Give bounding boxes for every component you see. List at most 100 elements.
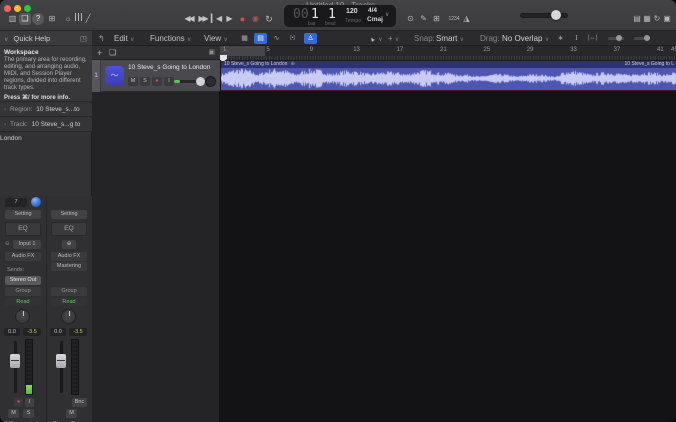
strip1-input-format-icon[interactable]: ⊖ [5,241,10,247]
library-icon[interactable]: ▥ [7,13,18,25]
toolbar-toggle-icon[interactable]: ⊞ [46,13,58,25]
bar-ruler[interactable]: 1 5 9 13 17 21 25 29 33 37 41 45 [220,46,676,61]
strip1-fader-thumb[interactable] [10,354,20,368]
list-editors-icon[interactable]: ▤ [632,13,642,25]
gain-value[interactable]: 7 [5,198,27,207]
strip2-format-icon[interactable]: ⊕ [62,240,76,249]
strip2-bounce-button[interactable]: Bnc [72,398,87,407]
strip1-setting-button[interactable]: Setting [5,210,41,219]
crossfade-icon[interactable]: ∗ [554,33,567,44]
gain-knob[interactable] [31,197,41,207]
strip1-mute-button[interactable]: M [8,409,19,418]
track-inspector-row[interactable]: › Track: 10 Steve_s...g to London [0,118,92,142]
metronome-icon[interactable]: ◮ [461,13,472,25]
stop-go-to-beginning-icon[interactable]: ▎◀ [210,13,222,25]
track-input-monitor-button[interactable]: I [164,77,174,86]
strip1-solo-button[interactable]: S [23,409,34,418]
strip1-peak-value[interactable]: -3.5 [23,328,41,336]
drag-menu[interactable]: No Overlap ∨ [502,31,549,46]
zoom-knob-vertical[interactable] [644,35,650,41]
mixer-icon[interactable] [73,13,83,25]
region-inspector-row[interactable]: › Region: 10 Steve_s...to London [0,103,92,127]
track-duplicate-icon[interactable]: ❏ [109,46,116,60]
replace-icon[interactable]: ⊞ [431,13,442,25]
cycle-icon[interactable]: ↻ [263,13,275,25]
secondary-tool-menu[interactable]: + ∨ [388,31,399,46]
loop-browser-icon[interactable]: ↻ [652,13,662,25]
strip2-audio-fx-button[interactable]: Audio FX [51,252,87,261]
strip2-mute-button[interactable]: M [66,409,77,418]
strip2-mastering-button[interactable]: Mastering [51,262,87,271]
editors-icon[interactable]: ╱ [83,13,93,25]
audio-region[interactable]: 10 Steve_s Going to London ⊕ 10 Steve_s … [221,61,676,90]
rewind-icon[interactable]: ◀◀ [182,13,195,25]
view-menu[interactable]: View ∨ [204,31,228,46]
smart-controls-icon[interactable]: ☼ [63,13,73,25]
quick-help-header[interactable]: ∨ Quick Help ◳ [0,31,92,46]
strip1-automation-mode[interactable]: Read [5,298,41,306]
session-player-icon[interactable]: ♙ [304,33,317,44]
track-record-enable-button[interactable]: ● [152,77,162,86]
track-icon[interactable]: 〜 [105,66,124,85]
strip2-volume-value[interactable]: 0.0 [50,328,66,336]
capture-recording-icon[interactable]: ◉ [250,13,261,25]
track-volume-knob[interactable] [196,77,205,86]
automation-icon[interactable]: ∿ [270,33,283,44]
pointer-tool-menu[interactable]: ▲ ∨ [369,31,383,46]
snap-label: Snap: [414,34,435,43]
master-volume-knob[interactable] [551,10,561,20]
track-solo-button[interactable]: S [140,77,150,86]
strip1-eq-box[interactable]: EQ [5,222,41,236]
pencil-notes-icon[interactable]: ✎ [418,13,429,25]
functions-menu[interactable]: Functions ∨ [150,31,191,46]
snap-menu[interactable]: Smart ∨ [436,31,464,46]
ruler-tick: 41 [657,47,664,53]
play-icon[interactable]: ▶ [224,13,235,25]
cycle-range[interactable] [220,46,265,56]
strip1-input-button[interactable]: Input 1 [13,240,41,249]
tracks-workspace[interactable]: 1 5 9 13 17 21 25 29 33 37 41 45 10 Steve_s Going t… [220,46,676,422]
count-in-icon[interactable]: 1234 [447,13,461,25]
strip1-audio-fx-button[interactable]: Audio FX [5,252,41,261]
strip2-eq-box[interactable]: EQ [51,222,87,236]
note-pads-icon[interactable]: ▦ [642,13,652,25]
region-header[interactable]: 10 Steve_s Going to London ⊕ 10 Steve_s … [221,61,676,68]
track-mute-button[interactable]: M [128,77,138,86]
quick-help-icon[interactable]: ? [32,13,44,25]
strip1-volume-value[interactable]: 0.0 [4,328,20,336]
strip1-output-button[interactable]: Stereo Out [5,276,41,285]
track-volume-slider[interactable] [174,77,208,86]
lcd-chevron-down-icon[interactable]: ∨ [385,11,389,18]
logic-pro-window: ▫ Untitled 10 - Tracks ▥ ❑ ? ⊞ ☼ ╱ ◀◀ ▶▶… [0,0,676,422]
open-as-window-icon[interactable]: ◳ [80,31,87,46]
record-icon[interactable]: ● [237,13,248,25]
strip1-group-button[interactable]: Group [5,287,41,296]
browsers-icon[interactable]: ▣ [662,13,672,25]
strip2-group-button[interactable]: Group [51,287,87,296]
add-track-button[interactable]: + [97,46,102,60]
strip2-fader-thumb[interactable] [56,354,66,368]
track-name[interactable]: 10 Steve_s Going to London [128,64,218,71]
strip1-record-enable-button[interactable]: ● [14,398,23,407]
grid-view-icon[interactable]: ▦ [238,33,251,44]
back-icon[interactable]: ↰ [98,31,105,46]
track-row[interactable]: 1 〜 10 Steve_s Going to London M S ● I [92,60,220,92]
edit-menu[interactable]: Edit ∨ [114,31,134,46]
strip1-pan-knob[interactable] [15,309,30,324]
strip1-input-monitor-button[interactable]: I [25,398,34,407]
strip2-automation-mode[interactable]: Read [51,298,87,306]
auto-track-zoom-icon[interactable]: |↔| [586,33,599,44]
zoom-knob-horizontal[interactable] [616,35,622,41]
lcd-display[interactable]: 00 1 1 bar beat 120 Tempo 4/4 Cmaj ∨ [284,5,396,27]
track-header-config-icon[interactable]: ▣ [208,46,215,60]
tuner-icon[interactable]: ⊙ [405,13,416,25]
flex-icon[interactable]: [•] [286,33,299,44]
track-pan-knob[interactable] [205,76,216,87]
strip2-pan-knob[interactable] [61,309,76,324]
inspector-icon[interactable]: ❑ [19,13,31,25]
text-cursor-icon[interactable]: I [570,33,583,44]
strip2-peak-value[interactable]: -3.5 [69,328,87,336]
strip2-setting-button[interactable]: Setting [51,210,87,219]
audio-editor-icon[interactable]: ▤ [254,33,267,44]
forward-icon[interactable]: ▶▶ [196,13,209,25]
